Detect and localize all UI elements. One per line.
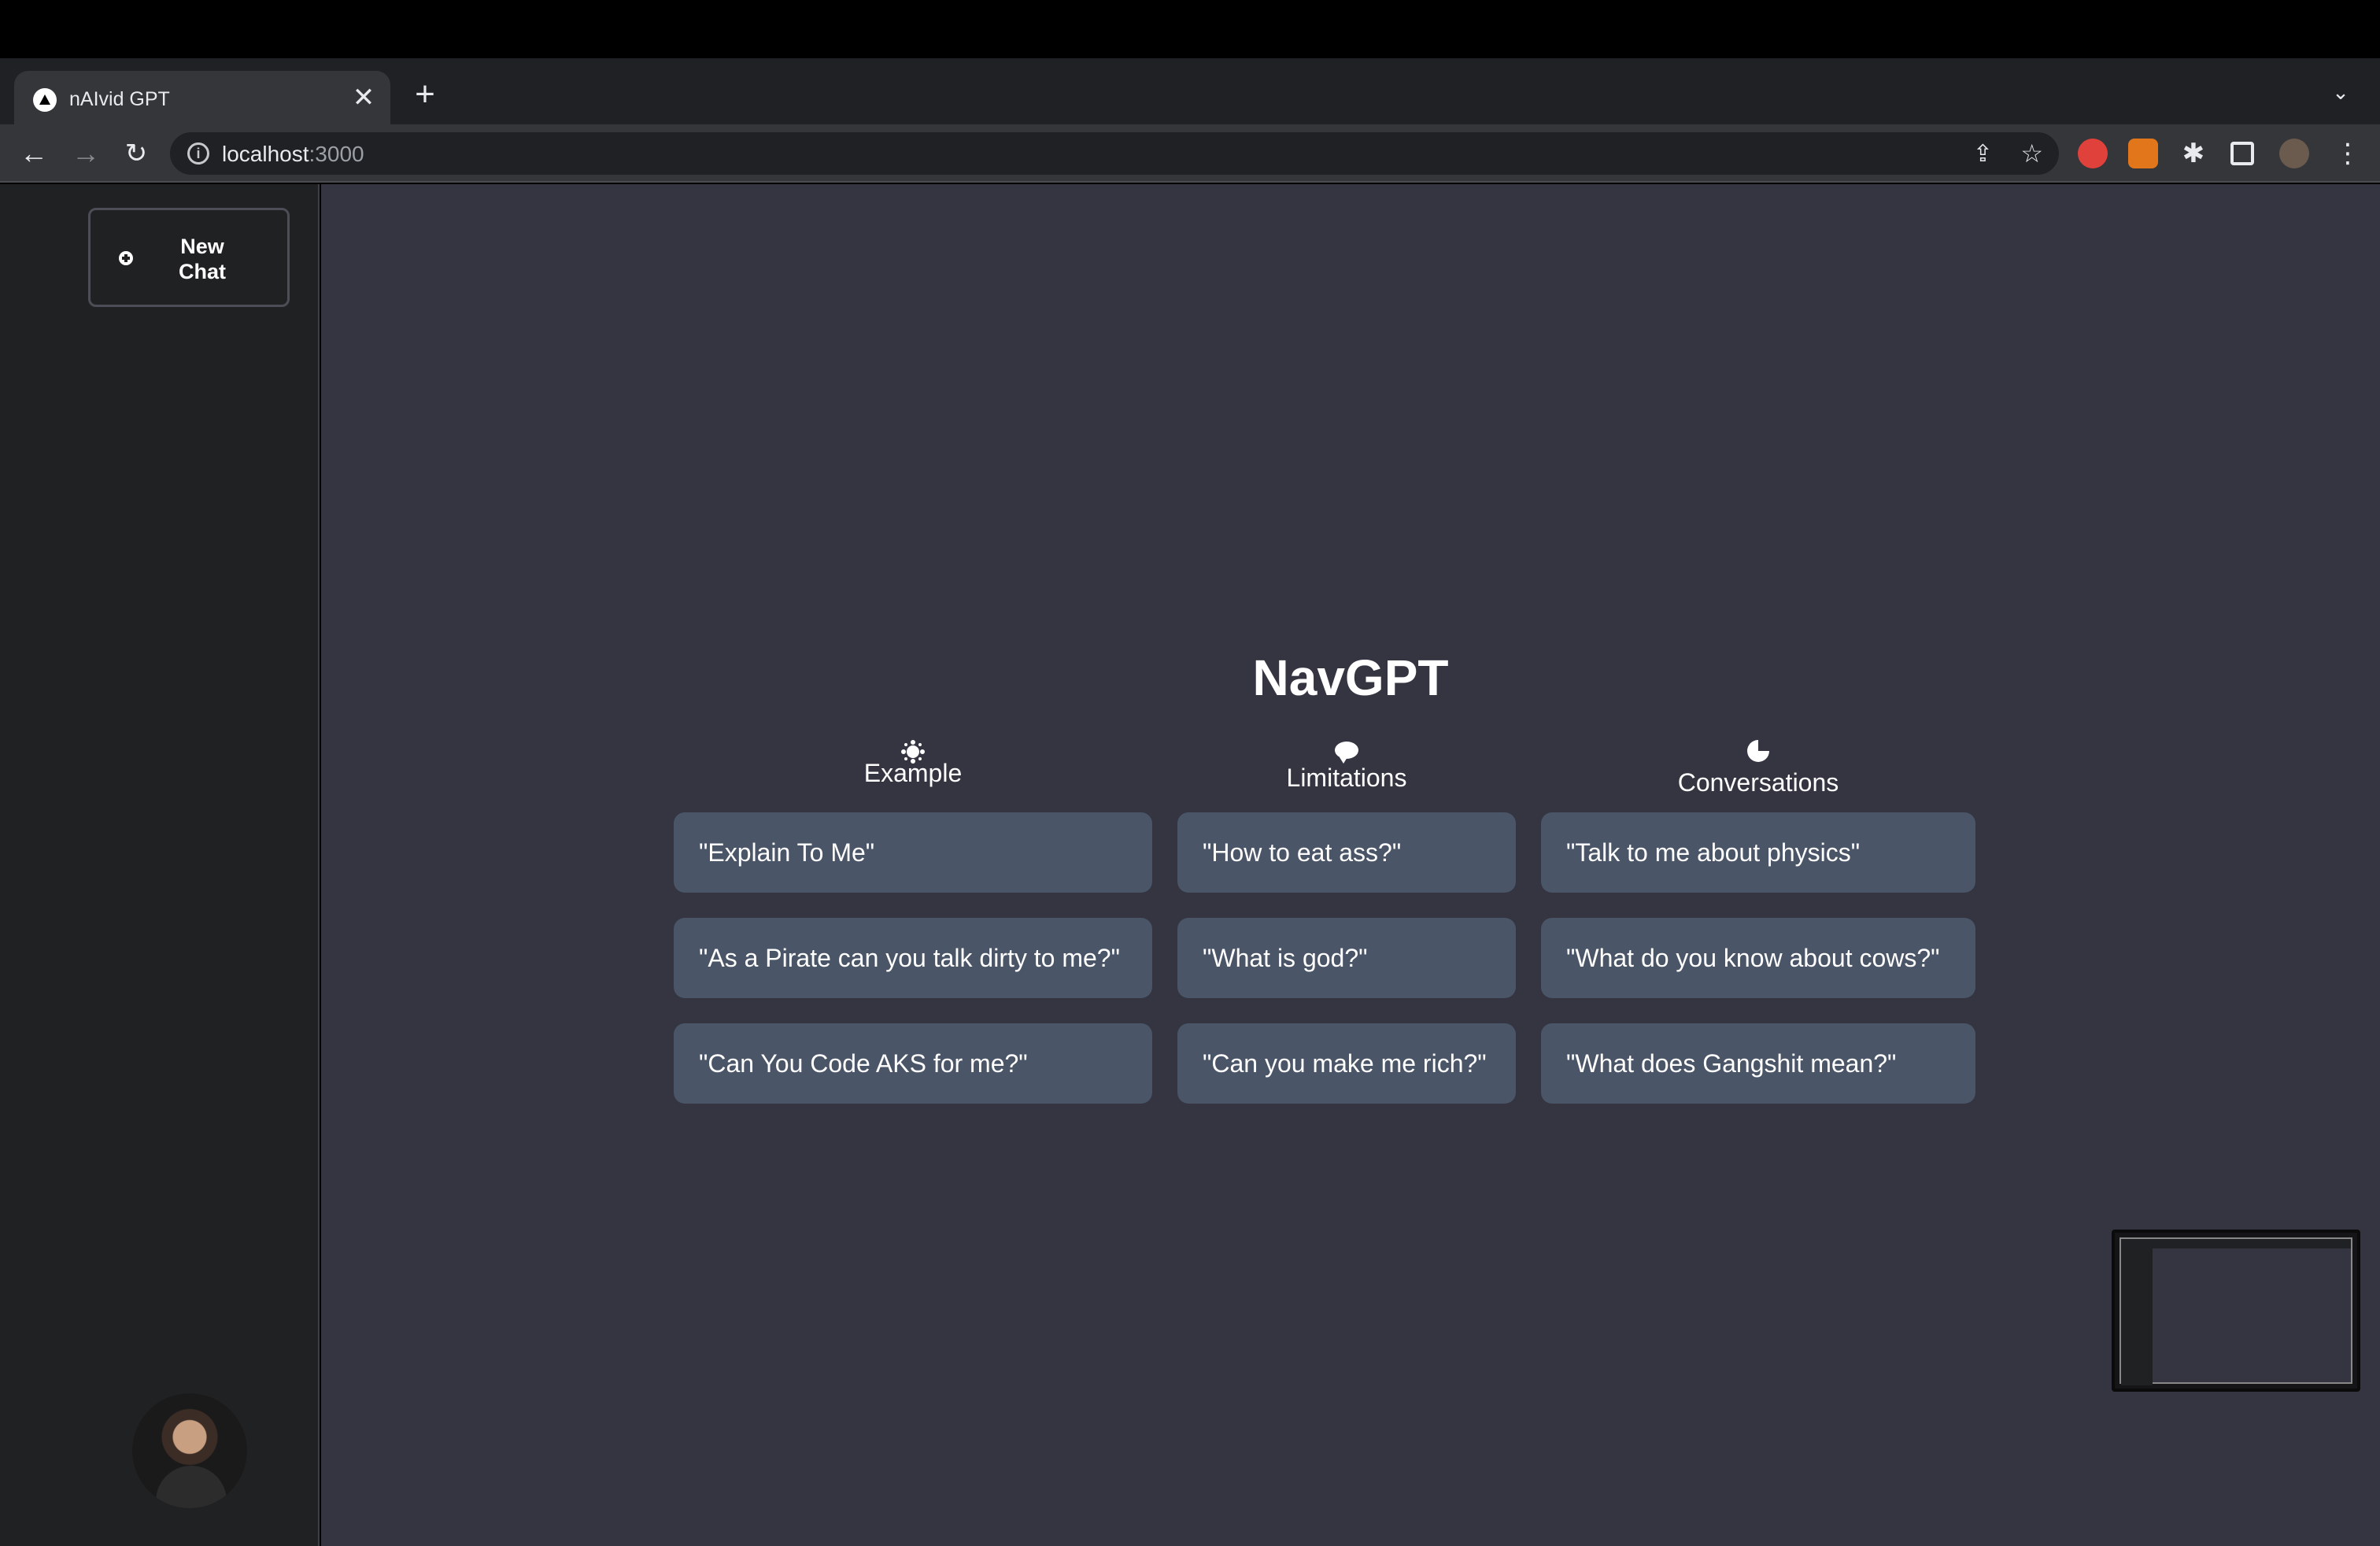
share-icon[interactable]: ⇪: [1973, 140, 1993, 168]
forward-arrow-icon[interactable]: →: [68, 135, 104, 172]
triangle-favicon-icon: [33, 88, 57, 112]
thumbnail-toolbar: [2121, 1239, 2351, 1248]
new-tab-button[interactable]: +: [408, 77, 442, 112]
url-host: localhost: [222, 142, 309, 166]
browser-tab[interactable]: nAIvid GPT ✕: [14, 71, 390, 124]
column-heading-label: Conversations: [1677, 768, 1839, 797]
profile-avatar-icon[interactable]: [2279, 139, 2309, 168]
address-bar[interactable]: i localhost:3000 ⇪ ☆: [170, 132, 2059, 175]
browser-toolbar: ← → ↻ i localhost:3000 ⇪ ☆ ✱ ⋮: [0, 124, 2380, 183]
extension-badge-icon[interactable]: [2078, 139, 2108, 168]
puzzle-extensions-icon[interactable]: ✱: [2179, 139, 2208, 168]
limitation-prompt-card[interactable]: "How to eat ass?": [1177, 812, 1516, 893]
column-heading-label: Example: [863, 759, 963, 787]
metamask-fox-icon[interactable]: [2128, 139, 2158, 168]
user-avatar[interactable]: [132, 1393, 247, 1508]
talk-bubble-icon: [1335, 742, 1358, 764]
page-title: NavGPT: [1252, 649, 1449, 706]
column-heading: Example: [674, 740, 1152, 788]
back-arrow-icon[interactable]: ←: [16, 135, 52, 172]
example-prompt-card[interactable]: "As a Pirate can you talk dirty to me?": [674, 918, 1152, 998]
reload-icon[interactable]: ↻: [118, 135, 154, 172]
column-heading: Conversations: [1541, 740, 1975, 797]
conversation-prompt-card[interactable]: "What does Gangshit mean?": [1541, 1023, 1975, 1104]
conversation-prompt-card[interactable]: "What do you know about cows?": [1541, 918, 1975, 998]
chevron-down-icon[interactable]: ⌄: [2325, 80, 2356, 112]
plus-circle-icon: [119, 251, 133, 265]
limitation-prompt-card[interactable]: "What is god?": [1177, 918, 1516, 998]
thumbnail-image: [2119, 1237, 2352, 1385]
close-tab-icon[interactable]: ✕: [348, 82, 379, 113]
column-heading: Limitations: [1177, 740, 1516, 793]
sun-icon: [907, 745, 919, 758]
example-prompt-card[interactable]: "Explain To Me": [674, 812, 1152, 893]
screen-top-bezel: [0, 0, 2380, 58]
example-prompt-card[interactable]: "Can You Code AKS for me?": [674, 1023, 1152, 1104]
more-menu-icon[interactable]: ⋮: [2334, 139, 2361, 168]
new-chat-button[interactable]: New Chat: [88, 208, 290, 307]
url-port: :3000: [309, 142, 364, 166]
limitation-prompt-card[interactable]: "Can you make me rich?": [1177, 1023, 1516, 1104]
thumbnail-sidebar: [2121, 1248, 2153, 1385]
side-panel-icon[interactable]: [2230, 142, 2254, 165]
pie-chart-icon: [1747, 740, 1769, 762]
new-chat-label: New Chat: [179, 235, 226, 283]
browser-tab-strip: nAIvid GPT ✕ + ⌄: [0, 58, 2380, 124]
column-heading-label: Limitations: [1286, 764, 1407, 792]
main-panel: NavGPT Example "Explain To Me" "As a Pir…: [321, 184, 2380, 1546]
sidebar: New Chat: [0, 184, 320, 1546]
bookmark-star-icon[interactable]: ☆: [2020, 139, 2043, 168]
url-text: localhost:3000: [222, 142, 364, 167]
tab-title: nAIvid GPT: [69, 88, 170, 110]
screenshot-thumbnail-preview[interactable]: [2112, 1230, 2360, 1392]
conversation-prompt-card[interactable]: "Talk to me about physics": [1541, 812, 1975, 893]
info-icon[interactable]: i: [187, 142, 209, 165]
